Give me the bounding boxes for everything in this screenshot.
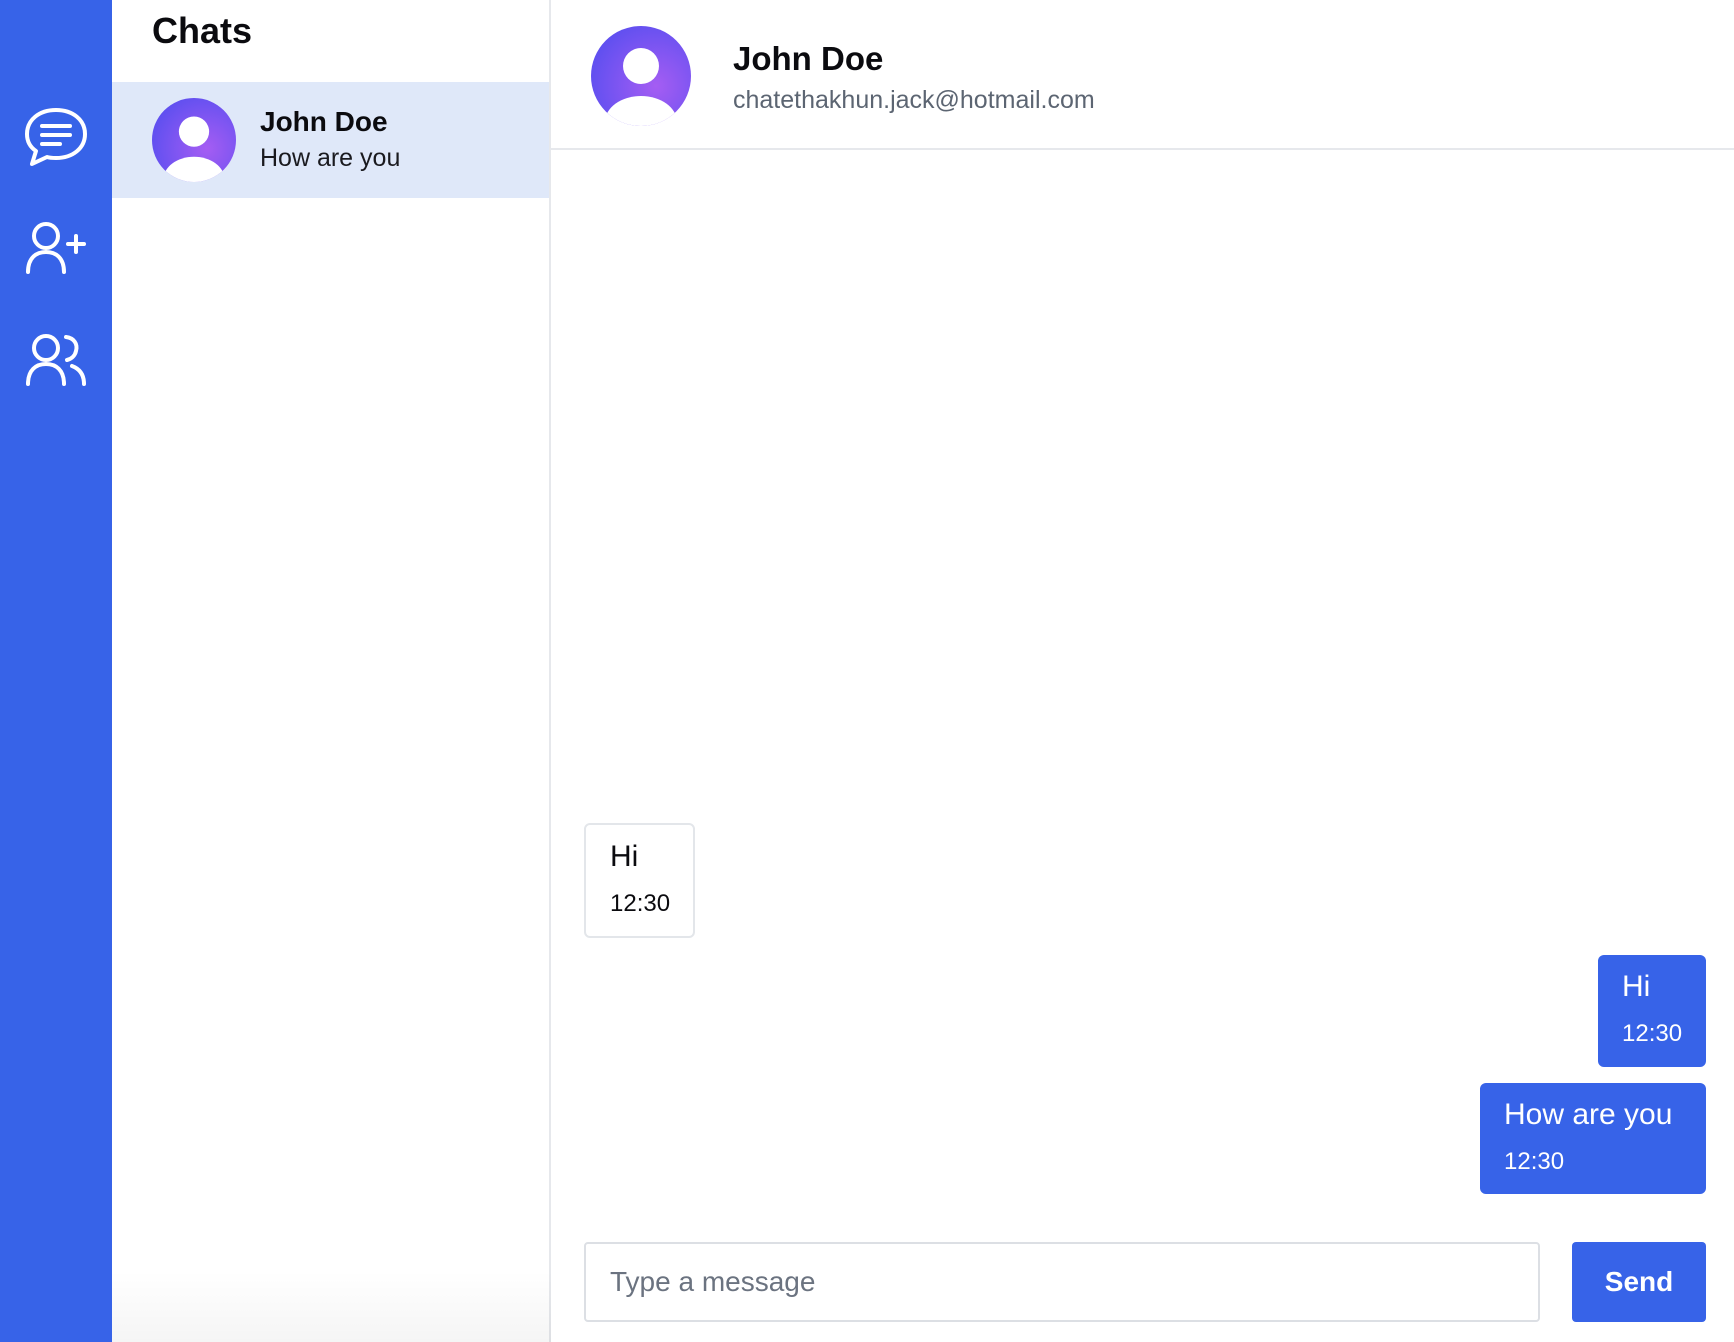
- groups-nav-button[interactable]: [20, 326, 92, 398]
- message-text: How are you: [1504, 1098, 1673, 1131]
- chat-list-item[interactable]: John Doe How are you: [112, 82, 549, 198]
- users-icon: [26, 334, 86, 386]
- message-time: 12:30: [1504, 1148, 1565, 1175]
- chat-list-title: Chats: [152, 10, 253, 51]
- chat-app: Chats John Doe How are you John Doe chat…: [0, 0, 1734, 1342]
- chat-list-item-preview: How are you: [260, 144, 401, 172]
- message-time: 12:30: [1622, 1020, 1683, 1047]
- message-outgoing: Hi 12:30: [1598, 955, 1706, 1067]
- icon-rail: [0, 0, 112, 1342]
- message-text: Hi: [1622, 970, 1651, 1003]
- chat-list-panel: Chats John Doe How are you: [112, 0, 551, 1342]
- message-incoming: Hi 12:30: [584, 823, 695, 938]
- avatar-icon: [152, 98, 236, 182]
- contact-name: John Doe: [733, 40, 884, 77]
- contact-email: chatethakhun.jack@hotmail.com: [733, 86, 1095, 114]
- message-time: 12:30: [610, 890, 671, 917]
- send-button[interactable]: Send: [1572, 1242, 1706, 1322]
- message-outgoing: How are you 12:30: [1480, 1083, 1706, 1194]
- conversation-header: John Doe chatethakhun.jack@hotmail.com: [551, 0, 1734, 150]
- add-user-icon: [26, 222, 86, 274]
- message-text: Hi: [610, 840, 639, 873]
- contact-avatar: [591, 26, 691, 126]
- chats-nav-button[interactable]: [20, 102, 92, 174]
- chat-list-item-name: John Doe: [260, 106, 388, 137]
- message-input[interactable]: [584, 1242, 1540, 1322]
- add-friend-nav-button[interactable]: [20, 214, 92, 286]
- bottom-shade: [112, 1270, 551, 1342]
- chat-bubble-icon: [25, 108, 87, 166]
- conversation-panel: John Doe chatethakhun.jack@hotmail.com H…: [551, 0, 1734, 1342]
